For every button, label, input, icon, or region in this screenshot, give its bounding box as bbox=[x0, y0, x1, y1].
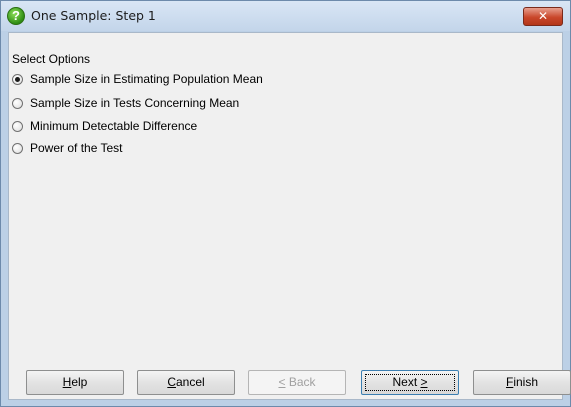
radio-button[interactable] bbox=[12, 120, 23, 132]
close-button[interactable]: ✕ bbox=[523, 7, 563, 26]
focus-rectangle bbox=[365, 374, 455, 391]
help-button[interactable]: Help bbox=[26, 370, 124, 395]
cancel-button[interactable]: Cancel bbox=[137, 370, 235, 395]
option-label: Power of the Test bbox=[30, 141, 123, 155]
select-options-label: Select Options bbox=[12, 52, 91, 66]
option-label: Sample Size in Estimating Population Mea… bbox=[30, 72, 263, 86]
next-button[interactable]: Next > bbox=[361, 370, 459, 395]
option-label: Sample Size in Tests Concerning Mean bbox=[30, 96, 240, 110]
dialog-window: ? One Sample: Step 1 ✕ Select Options Sa… bbox=[0, 0, 571, 407]
option-label: Minimum Detectable Difference bbox=[30, 119, 198, 133]
option-sample-size-tests-mean[interactable]: Sample Size in Tests Concerning Mean bbox=[12, 95, 239, 111]
radio-button-checked[interactable] bbox=[12, 73, 23, 85]
finish-button[interactable]: Finish bbox=[473, 370, 571, 395]
radio-button[interactable] bbox=[12, 97, 23, 109]
help-question-icon: ? bbox=[7, 7, 25, 25]
radio-button[interactable] bbox=[12, 142, 23, 154]
window-title: One Sample: Step 1 bbox=[31, 8, 156, 23]
option-minimum-detectable-difference[interactable]: Minimum Detectable Difference bbox=[12, 118, 197, 134]
dialog-client-area bbox=[8, 32, 563, 400]
option-sample-size-estimating-mean[interactable]: Sample Size in Estimating Population Mea… bbox=[12, 71, 263, 87]
option-power-of-test[interactable]: Power of the Test bbox=[12, 140, 123, 156]
back-button[interactable]: < Back bbox=[248, 370, 346, 395]
title-bar[interactable]: ? One Sample: Step 1 ✕ bbox=[1, 1, 570, 31]
